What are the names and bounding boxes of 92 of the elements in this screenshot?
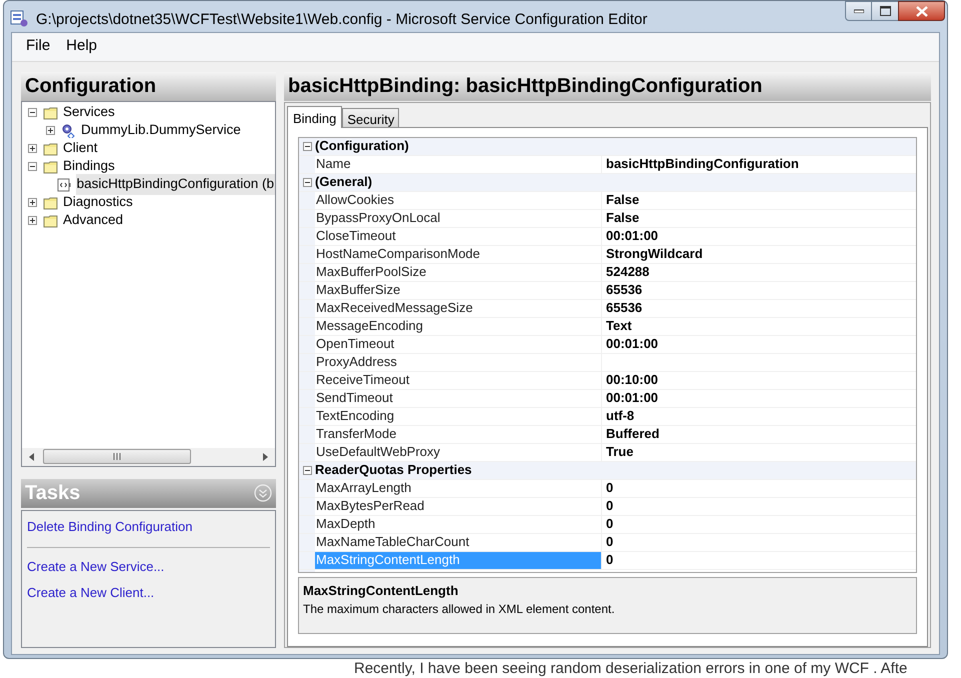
property-name[interactable]: Name [315,156,602,172]
task-link[interactable]: Delete Binding Configuration [27,514,192,540]
category-label: (Configuration) [315,137,409,156]
property-value[interactable]: 00:01:00 [606,226,658,246]
category-label: (General) [315,173,372,192]
folder-icon [43,214,59,228]
scroll-left-icon[interactable] [29,452,34,460]
property-name[interactable]: SendTimeout [315,390,602,406]
tasks-title: Tasks [25,481,80,506]
menu-item[interactable]: File [18,33,58,60]
property-value[interactable]: 0 [606,532,614,552]
tree-item[interactable]: Bindings [62,156,116,177]
folder-icon [43,196,59,210]
minimize-icon [854,9,864,13]
property-name[interactable]: UseDefaultWebProxy [315,444,602,460]
expand-icon[interactable] [28,144,37,153]
property-value[interactable]: False [606,190,640,210]
property-name[interactable]: AllowCookies [315,192,602,208]
task-link[interactable]: Create a New Client... [27,580,154,606]
maximize-icon [880,6,890,16]
page-text: Recently, I have been seeing random deserialization errors in one of my WCF . Afte [354,660,908,678]
property-name[interactable]: MaxArrayLength [315,480,602,496]
property-value[interactable]: 0 [606,550,614,570]
menu-item[interactable]: Help [58,33,106,60]
property-value[interactable]: Buffered [606,424,660,444]
horizontal-scrollbar[interactable] [22,448,275,466]
tree-item[interactable]: Diagnostics [62,192,134,213]
property-value[interactable]: 0 [606,496,614,516]
collapse-icon[interactable] [302,178,312,186]
window-title: G:\projects\dotnet35\WCFTest\Website1\Web.config - Microsoft Service Configuration Editor [36,10,648,30]
property-name[interactable]: TransferMode [315,426,602,442]
expand-icon[interactable] [46,126,55,135]
maximize-button[interactable] [872,1,898,21]
gear-icon [61,124,77,138]
property-name[interactable]: BypassProxyOnLocal [315,210,602,226]
app-icon [10,9,28,27]
property-name[interactable]: OpenTimeout [315,336,602,352]
description-text: The maximum characters allowed in XML element content. [303,601,616,618]
property-value[interactable]: 0 [606,514,614,534]
collapse-icon[interactable] [302,142,312,150]
property-value[interactable]: True [606,442,634,462]
tree-item[interactable]: DummyLib.DummyService [80,120,242,141]
property-value[interactable]: utf-8 [606,406,634,426]
property-value[interactable]: 65536 [606,298,642,318]
property-value[interactable]: 00:01:00 [606,388,658,408]
property-value[interactable]: 00:01:00 [606,334,658,354]
scroll-right-icon[interactable] [263,452,268,460]
tree-item[interactable]: Services [62,102,116,123]
folder-icon [43,106,59,120]
property-name[interactable]: MaxReceivedMessageSize [315,300,602,316]
property-name[interactable]: ProxyAddress [315,354,602,370]
tree-item[interactable]: basicHttpBindingConfiguration (b [76,174,275,195]
task-link[interactable]: Create a New Service... [27,554,164,580]
expand-icon[interactable] [28,216,37,225]
property-name[interactable]: ReceiveTimeout [315,372,602,388]
property-name[interactable]: HostNameComparisonMode [315,246,602,262]
collapse-icon[interactable] [302,466,312,474]
property-name[interactable]: TextEncoding [315,408,602,424]
property-value[interactable]: 00:10:00 [606,370,658,390]
collapse-icon[interactable] [28,162,37,171]
property-value[interactable]: 524288 [606,262,650,282]
grip-icon [113,453,121,460]
property-name[interactable]: MessageEncoding [315,318,602,334]
minimize-button[interactable] [845,1,872,21]
property-value[interactable]: 0 [606,478,614,498]
property-name[interactable]: MaxBufferPoolSize [315,264,602,280]
expand-icon[interactable] [28,198,37,207]
folder-icon [43,142,59,156]
property-value[interactable]: 65536 [606,280,642,300]
scrollbar-thumb[interactable] [43,449,191,464]
collapse-icon[interactable] [28,108,37,117]
property-name[interactable]: MaxBytesPerRead [315,498,602,514]
tree-item[interactable]: Client [62,138,99,159]
property-value[interactable]: False [606,208,640,228]
property-value[interactable]: StrongWildcard [606,244,703,264]
property-name[interactable]: MaxNameTableCharCount [315,534,602,550]
property-value[interactable]: Text [606,316,632,336]
editor-header: basicHttpBinding: basicHttpBindingConfiguration [284,72,931,100]
property-name[interactable]: CloseTimeout [315,228,602,244]
panel-header: Configuration [21,72,276,100]
binding-icon [56,178,73,192]
tab[interactable]: Security [342,108,400,126]
category-label: ReaderQuotas Properties [315,461,472,480]
folder-icon [43,160,59,174]
property-value[interactable]: basicHttpBindingConfiguration [606,154,799,174]
description-title: MaxStringContentLength [303,582,460,600]
property-name[interactable]: MaxBufferSize [315,282,602,298]
close-button[interactable] [898,1,945,21]
property-name[interactable]: MaxDepth [315,516,602,532]
tab[interactable]: Binding [287,106,342,128]
tree-item[interactable]: Advanced [62,210,124,231]
close-icon [916,6,928,16]
